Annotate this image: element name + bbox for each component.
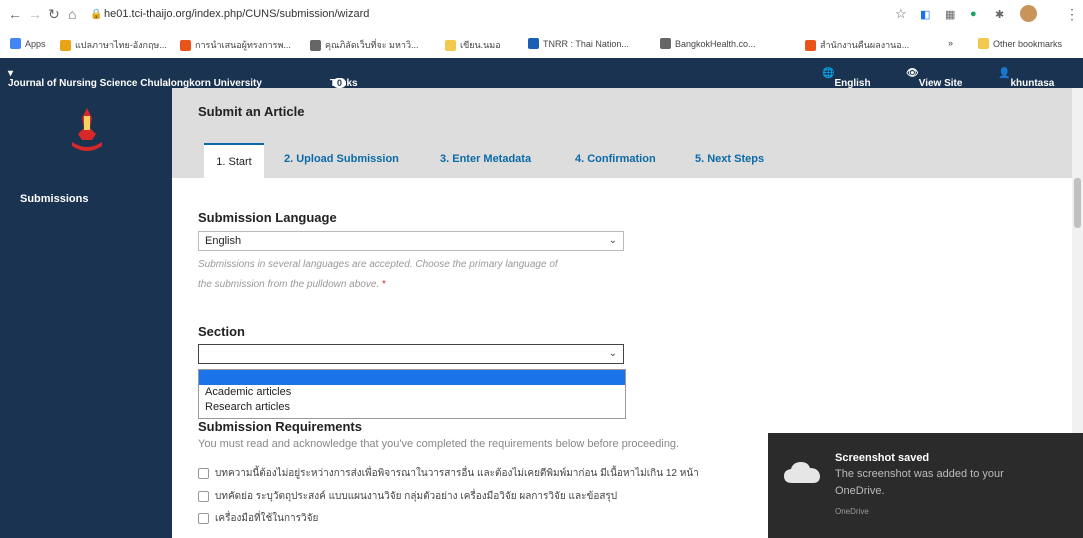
bookmark-item[interactable]: TNRR : Thai Nation... — [528, 38, 629, 49]
folder-icon — [445, 39, 456, 51]
other-bookmarks[interactable]: Other bookmarks — [978, 38, 1062, 49]
checkbox[interactable] — [198, 468, 209, 479]
bookmark-item[interactable]: การนำเสนอผู้ทรงการพ... — [180, 38, 291, 52]
toast-body: OneDrive. — [835, 485, 885, 497]
tab-confirmation[interactable]: 4. Confirmation — [575, 153, 656, 165]
section-option-research[interactable]: Research articles — [199, 400, 625, 415]
toast-source: OneDrive — [835, 507, 869, 516]
folder-icon — [978, 38, 989, 49]
tasks-badge: 0 — [333, 78, 347, 88]
bookmark-apps[interactable]: Apps — [10, 38, 46, 49]
globe-icon — [310, 39, 321, 51]
sidebar-item-submissions[interactable]: Submissions — [20, 193, 88, 205]
bookmark-item[interactable]: คุณภิลัดเว็บที่จะ มหาวิ... — [310, 38, 419, 52]
bookmarks-bar: Apps แปลภาษาไทย-อังกฤษ... การนำเสนอผู้ทร… — [0, 30, 1083, 59]
requirement-item[interactable]: บทคัดย่อ ระบุวัตถุประสงค์ แบบแผนงานวิจัย… — [198, 489, 617, 504]
apps-icon — [10, 38, 21, 49]
toast-body: The screenshot was added to your — [835, 468, 1004, 480]
requirements-help: You must read and acknowledge that you'v… — [198, 438, 680, 450]
app-header: Journal of Nursing Science Chulalongkorn… — [0, 58, 1083, 89]
requirement-item[interactable]: เครื่องมือที่ใช้ในการวิจัย — [198, 511, 318, 526]
forward-icon[interactable]: → — [28, 6, 42, 22]
submit-header: Submit an Article 1. Start 2. Upload Sub… — [172, 88, 1083, 180]
scrollbar[interactable] — [1072, 88, 1083, 433]
menu-icon[interactable]: ⋮ — [1065, 6, 1079, 23]
chevron-down-icon: ⌄ — [608, 235, 617, 246]
bookmark-item[interactable]: BangkokHealth.co... — [660, 38, 756, 49]
globe-icon — [660, 38, 671, 49]
section-dropdown: Academic articles Research articles — [198, 369, 626, 419]
scrollbar-thumb[interactable] — [1074, 178, 1081, 228]
reload-icon[interactable]: ↻ — [48, 6, 60, 23]
url-field[interactable]: he01.tci-thaijo.org/index.php/CUNS/submi… — [104, 8, 369, 20]
language-label: Submission Language — [198, 210, 337, 225]
bookmark-icon — [180, 39, 191, 51]
puzzle-icon[interactable]: ✱ — [995, 8, 1004, 21]
tab-enter-metadata[interactable]: 3. Enter Metadata — [440, 153, 531, 165]
avatar[interactable] — [1020, 5, 1037, 22]
lock-icon: 🔒 — [90, 9, 103, 20]
bookmark-item[interactable]: เขียน.นมอ — [445, 38, 501, 52]
section-option[interactable] — [199, 370, 625, 385]
bookmark-item[interactable]: สำนักงานคืนผลงานอ... — [805, 38, 909, 52]
requirement-item[interactable]: บทความนี้ต้องไม่อยู่ระหว่างการส่งเพื่อพิ… — [198, 466, 699, 481]
language-help: Submissions in several languages are acc… — [198, 259, 558, 290]
onedrive-cloud-icon — [784, 462, 820, 483]
university-logo — [72, 108, 102, 151]
chevron-down-icon: ⌄ — [608, 348, 617, 359]
bookmark-icon — [60, 39, 71, 51]
toast-title: Screenshot saved — [835, 452, 930, 464]
required-mark: * — [382, 279, 386, 290]
tab-start[interactable]: 1. Start — [204, 143, 264, 180]
bookmarks-overflow[interactable]: » — [948, 38, 953, 48]
page-title: Submit an Article — [198, 104, 305, 119]
view-site-link[interactable]: 👁 View Site — [906, 68, 962, 89]
user-menu[interactable]: 👤 khuntasa — [998, 68, 1054, 89]
section-label: Section — [198, 324, 245, 339]
home-icon[interactable]: ⌂ — [68, 6, 76, 22]
section-option-academic[interactable]: Academic articles — [199, 385, 625, 400]
star-icon[interactable]: ☆ — [895, 6, 907, 22]
bookmark-item[interactable]: แปลภาษาไทย-อังกฤษ... — [60, 38, 167, 52]
language-link[interactable]: 🌐 English — [822, 68, 871, 89]
sidebar: Submissions — [0, 88, 172, 538]
requirements-title: Submission Requirements — [198, 419, 362, 434]
back-icon[interactable]: ← — [8, 6, 22, 22]
bookmark-icon — [805, 39, 816, 51]
extension-icon[interactable]: ◧ — [920, 8, 930, 21]
tab-upload-submission[interactable]: 2. Upload Submission — [284, 153, 399, 165]
extension-icon[interactable]: ▦ — [945, 8, 955, 21]
checkbox[interactable] — [198, 491, 209, 502]
checkbox[interactable] — [198, 513, 209, 524]
bookmark-icon — [528, 38, 539, 49]
journal-menu[interactable]: Journal of Nursing Science Chulalongkorn… — [8, 68, 262, 89]
browser-toolbar: ← → ↻ ⌂ 🔒 he01.tci-thaijo.org/index.php/… — [0, 0, 1083, 30]
extension-icon[interactable]: ● — [970, 8, 977, 20]
tab-next-steps[interactable]: 5. Next Steps — [695, 153, 764, 165]
onedrive-toast[interactable]: Screenshot saved The screenshot was adde… — [768, 433, 1083, 538]
section-select[interactable]: ⌄ — [198, 344, 624, 364]
language-select[interactable]: English ⌄ — [198, 231, 624, 251]
